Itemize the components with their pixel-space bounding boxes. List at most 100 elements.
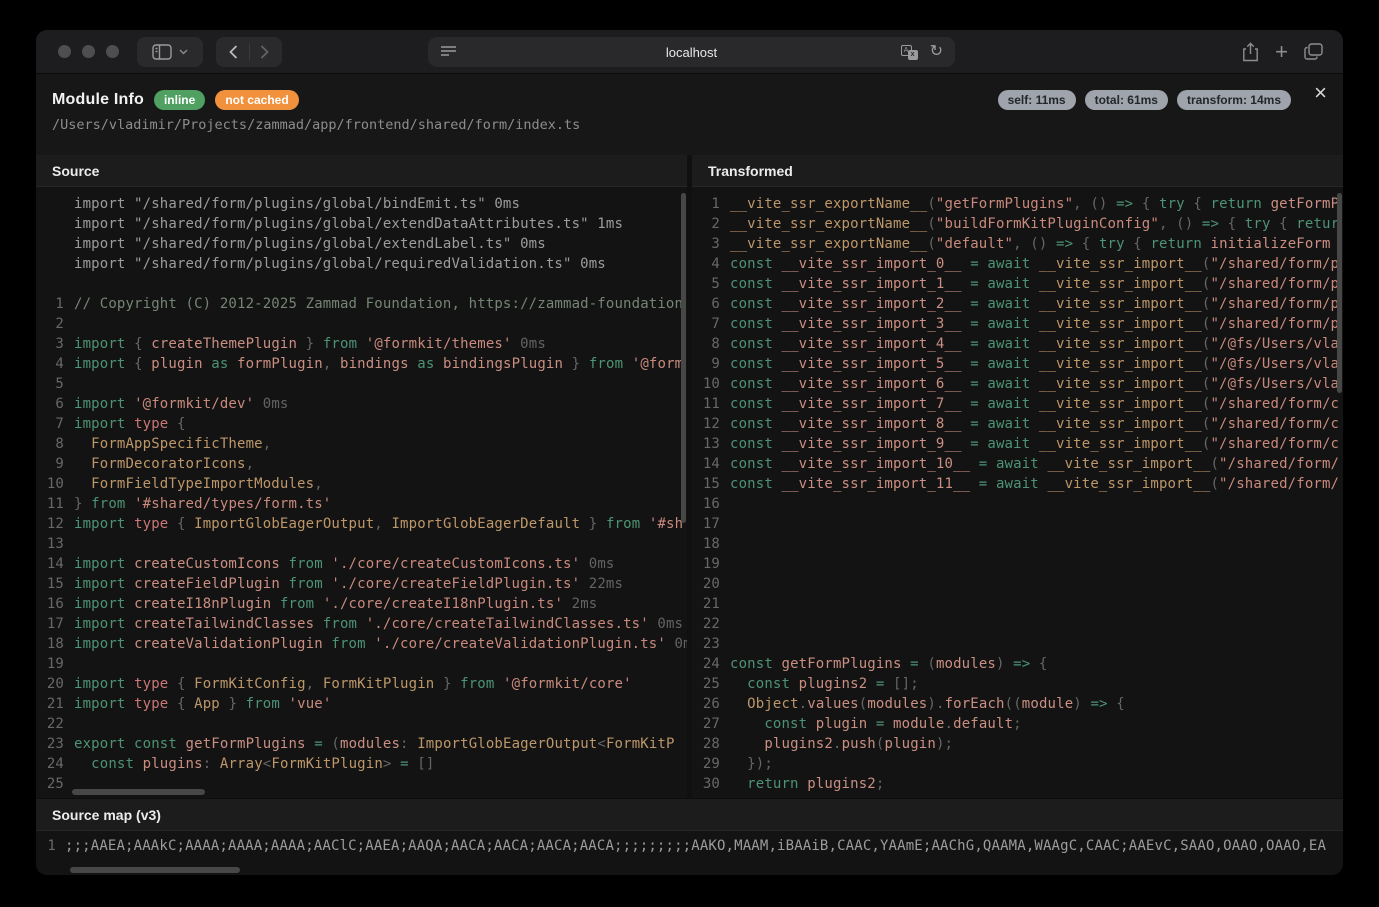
line-number: 25 [36,774,64,794]
code-line: import "/shared/form/plugins/global/exte… [36,214,687,234]
sourcemap-code-area[interactable]: 1 ;;;AAEA;AAAkC;AAAA;AAAA;AAAA;AAClC;AAEA… [36,831,1343,875]
tab-overview-icon[interactable] [1304,43,1323,60]
line-number: 15 [692,474,720,494]
forward-button[interactable] [250,45,280,59]
line-number: 24 [36,754,64,774]
code-panels: Source import "/shared/form/plugins/glob… [36,155,1343,798]
line-number: 5 [692,274,720,294]
code-line: 12 import type { ImportGlobEagerOutput, I… [36,514,687,534]
code-text: import type { ImportGlobEagerOutput, Imp… [74,514,683,534]
code-line: 30 return plugins2; [692,774,1343,794]
line-number: 7 [36,414,64,434]
back-button[interactable] [219,45,249,59]
code-line: import "/shared/form/plugins/global/bind… [36,194,687,214]
line-number: 19 [36,654,64,674]
code-text: import { plugin as formPlugin, bindings … [74,354,683,374]
code-line: 16import createI18nPlugin from './core/c… [36,594,687,614]
code-line: 3__vite_ssr_exportName__("default", () =… [692,234,1343,254]
code-line: 1// Copyright (C) 2012-2025 Zammad Found… [36,294,687,314]
code-line: 11} from '#shared/types/form.ts' [36,494,687,514]
code-line: 18 [692,534,1343,554]
code-text: FormFieldTypeImportModules, [74,474,323,494]
code-text: FormDecoratorIcons, [74,454,254,474]
code-line: 14import createCustomIcons from './core/… [36,554,687,574]
code-text: import "/shared/form/plugins/global/requ… [74,254,606,274]
code-text: }); [730,754,773,774]
self-time-badge: self: 11ms [998,90,1076,110]
transformed-vertical-scrollbar[interactable] [1337,193,1342,393]
new-tab-icon[interactable]: + [1275,41,1288,63]
code-line: 23 [692,634,1343,654]
share-icon[interactable] [1242,42,1259,62]
zoom-window-button[interactable] [106,45,119,58]
line-number: 3 [36,334,64,354]
line-number [36,194,64,214]
code-text: const __vite_ssr_import_1__ = await __vi… [730,274,1339,294]
minimize-window-button[interactable] [82,45,95,58]
line-number: 9 [692,354,720,374]
code-text: const __vite_ssr_import_11__ = await __v… [730,474,1339,494]
url-text: localhost [428,45,955,60]
code-text: const plugin = module.default; [730,714,1022,734]
code-line: 20 [692,574,1343,594]
source-panel: Source import "/shared/form/plugins/glob… [36,155,687,798]
code-text: Object.values(modules).forEach((module) … [730,694,1125,714]
transformed-panel: Transformed 1__vite_ssr_exportName__("ge… [692,155,1343,798]
close-icon[interactable]: × [1314,82,1327,104]
code-line: 8 FormAppSpecificTheme, [36,434,687,454]
code-line: 13const __vite_ssr_import_9__ = await __… [692,434,1343,454]
code-line: 10const __vite_ssr_import_6__ = await __… [692,374,1343,394]
code-text: ;;;AAEA;AAAkC;AAAA;AAAA;AAAA;AAClC;AAEA;… [65,836,1326,856]
code-text: import type { [74,414,186,434]
code-text: const __vite_ssr_import_10__ = await __v… [730,454,1339,474]
code-text: const __vite_ssr_import_7__ = await __vi… [730,394,1339,414]
module-info-header: Module Info inline not cached self: 11ms… [36,74,1343,155]
code-text: export const getFormPlugins = (modules: … [74,734,675,754]
code-line: 23export const getFormPlugins = (modules… [36,734,687,754]
line-number: 21 [692,594,720,614]
code-text: plugins2.push(plugin); [730,734,953,754]
code-line: 7 import type { [36,414,687,434]
source-horizontal-scrollbar[interactable] [72,789,205,795]
code-text: FormAppSpecificTheme, [74,434,271,454]
line-number: 22 [692,614,720,634]
line-number: 12 [36,514,64,534]
code-text: const __vite_ssr_import_3__ = await __vi… [730,314,1339,334]
code-line: 27 const plugin = module.default; [692,714,1343,734]
line-number: 8 [692,334,720,354]
line-number: 21 [36,694,64,714]
code-text: import '@formkit/dev' 0ms [74,394,289,414]
code-text: const __vite_ssr_import_2__ = await __vi… [730,294,1339,314]
code-text: import "/shared/form/plugins/global/bind… [74,194,520,214]
translate-x-glyph: x [908,50,918,60]
code-text: import "/shared/form/plugins/global/exte… [74,214,623,234]
code-text: import type { App } from 'vue' [74,694,331,714]
reload-icon[interactable]: ↻ [930,44,943,60]
nav-buttons [216,37,282,67]
line-number: 25 [692,674,720,694]
close-window-button[interactable] [58,45,71,58]
line-number: 7 [692,314,720,334]
line-number: 1 [36,836,56,856]
code-line: 22 [692,614,1343,634]
code-text: __vite_ssr_exportName__("getFormPlugins"… [730,194,1339,214]
code-line: 24const getFormPlugins = (modules) => { [692,654,1343,674]
code-text: import createCustomIcons from './core/cr… [74,554,615,574]
code-line: 15import createFieldPlugin from './core/… [36,574,687,594]
sidebar-toggle-button[interactable] [137,37,203,67]
code-text: import createTailwindClasses from './cor… [74,614,683,634]
translate-icon[interactable]: A x [901,45,918,60]
source-vertical-scrollbar[interactable] [681,193,686,523]
sourcemap-horizontal-scrollbar[interactable] [70,867,240,873]
code-line [36,274,687,294]
page-title: Module Info [52,91,144,109]
code-line: 13 [36,534,687,554]
transformed-code-area[interactable]: 1__vite_ssr_exportName__("getFormPlugins… [692,187,1343,798]
code-line: import "/shared/form/plugins/global/exte… [36,234,687,254]
line-number: 13 [692,434,720,454]
source-code-area[interactable]: import "/shared/form/plugins/global/bind… [36,187,687,798]
line-number: 18 [36,634,64,654]
address-bar[interactable]: localhost A x ↻ [428,37,955,67]
total-time-badge: total: 61ms [1085,90,1168,110]
code-line: 21 [692,594,1343,614]
